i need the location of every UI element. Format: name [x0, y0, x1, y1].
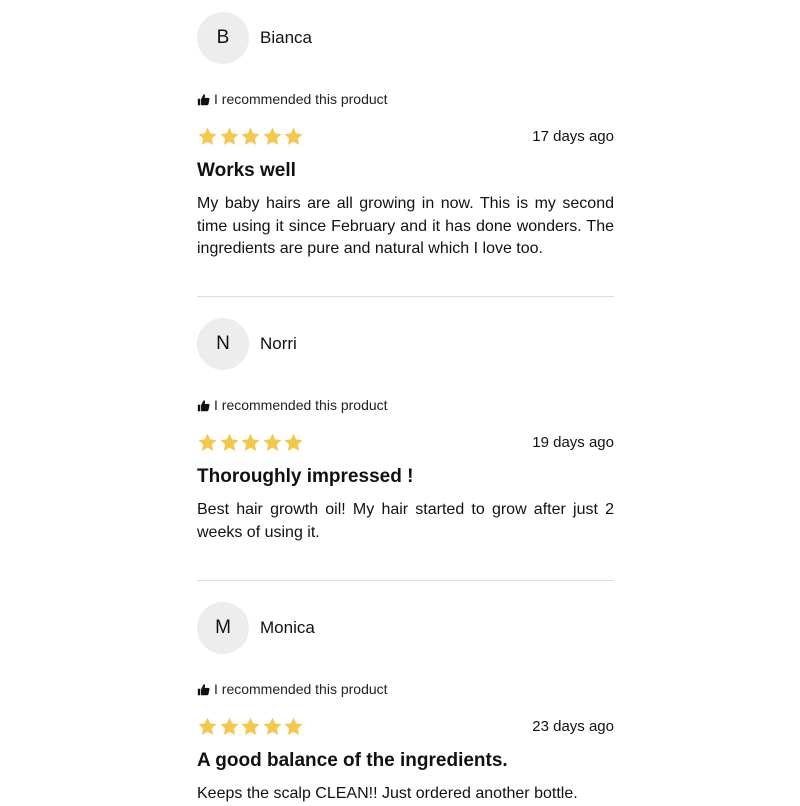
rating-row: 19 days ago — [197, 431, 614, 453]
star-rating — [197, 126, 305, 147]
thumbs-up-icon — [197, 683, 210, 696]
star-icon — [197, 432, 218, 453]
reviewer-name: Monica — [260, 618, 315, 637]
avatar: B — [197, 12, 249, 64]
recommend-line: I recommended this product — [197, 396, 614, 414]
avatar: N — [197, 318, 249, 370]
reviewer: M Monica — [197, 602, 614, 654]
recommend-text: I recommended this product — [214, 681, 388, 697]
star-icon — [283, 716, 304, 737]
star-icon — [219, 716, 240, 737]
recommend-text: I recommended this product — [214, 397, 388, 413]
review-card: N Norri I recommended this product 19 da… — [197, 297, 614, 581]
review-body: My baby hairs are all growing in now. Th… — [197, 195, 614, 257]
recommend-text: I recommended this product — [214, 91, 388, 107]
star-rating — [197, 432, 305, 453]
reviewer: N Norri — [197, 318, 614, 370]
review-title: Thoroughly impressed ! — [197, 466, 414, 487]
review-card: M Monica I recommended this product 23 d… — [197, 581, 614, 806]
star-icon — [240, 716, 261, 737]
review-body: Best hair growth oil! My hair started to… — [197, 501, 614, 541]
review-title: Works well — [197, 160, 296, 181]
star-icon — [262, 716, 283, 737]
star-icon — [262, 126, 283, 147]
star-icon — [283, 126, 304, 147]
star-icon — [240, 432, 261, 453]
star-icon — [240, 126, 261, 147]
review-body: Keeps the scalp CLEAN!! Just ordered ano… — [197, 785, 578, 802]
review-date: 23 days ago — [532, 717, 614, 735]
star-icon — [262, 432, 283, 453]
review-date: 17 days ago — [532, 127, 614, 145]
review-list: B Bianca I recommended this product 17 d… — [197, 12, 614, 806]
recommend-line: I recommended this product — [197, 680, 614, 698]
reviewer-name: Bianca — [260, 28, 312, 47]
thumbs-up-icon — [197, 399, 210, 412]
review-card: B Bianca I recommended this product 17 d… — [197, 12, 614, 297]
star-icon — [197, 126, 218, 147]
reviewer: B Bianca — [197, 12, 614, 64]
reviewer-name: Norri — [260, 334, 297, 353]
star-icon — [197, 716, 218, 737]
star-icon — [283, 432, 304, 453]
rating-row: 23 days ago — [197, 715, 614, 737]
recommend-line: I recommended this product — [197, 90, 614, 108]
avatar: M — [197, 602, 249, 654]
rating-row: 17 days ago — [197, 125, 614, 147]
review-title: A good balance of the ingredients. — [197, 750, 508, 771]
thumbs-up-icon — [197, 93, 210, 106]
star-icon — [219, 126, 240, 147]
star-icon — [219, 432, 240, 453]
review-date: 19 days ago — [532, 433, 614, 451]
star-rating — [197, 716, 305, 737]
